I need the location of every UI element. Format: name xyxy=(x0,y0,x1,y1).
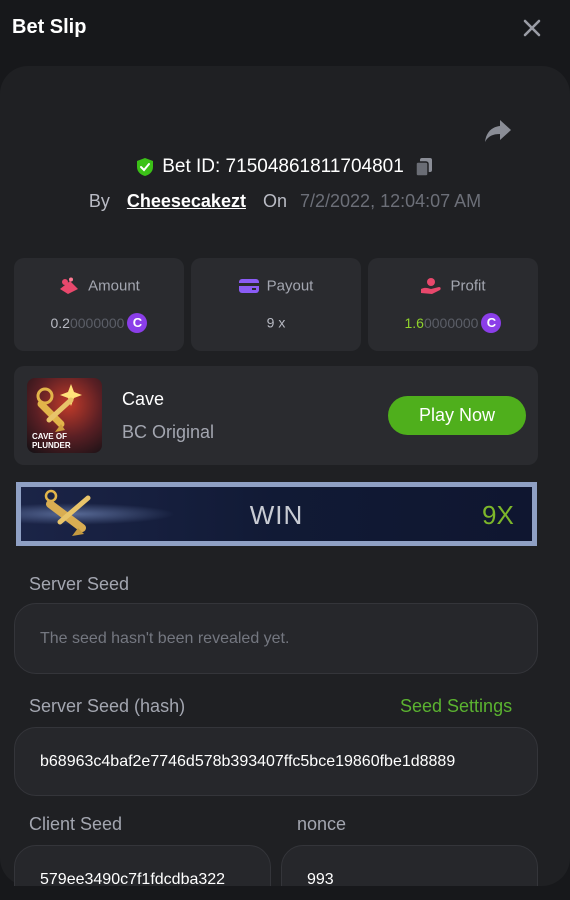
currency-coin-icon: C xyxy=(127,313,148,333)
profit-label: Profit xyxy=(450,277,486,295)
server-hash-label: Server Seed (hash) xyxy=(29,696,186,716)
amount-card: Amount 0.20000000 C xyxy=(14,258,184,351)
thumb-text-2: PLUNDER xyxy=(32,441,71,450)
play-now-button[interactable]: Play Now xyxy=(388,396,526,435)
payout-label: Payout xyxy=(266,277,314,295)
payout-value-text: 9 x xyxy=(266,314,286,331)
profit-value-faint: 0000000 xyxy=(423,315,479,331)
copy-icon[interactable] xyxy=(414,157,434,177)
server-hash-field[interactable]: b68963c4baf2e7746d578b393407ffc5bce19860… xyxy=(14,727,538,796)
result-banner: WIN 9X xyxy=(16,482,537,546)
nonce-label: nonce xyxy=(297,814,347,834)
share-button[interactable] xyxy=(483,118,513,144)
payout-card: Payout 9 x xyxy=(191,258,361,351)
server-hash-value: b68963c4baf2e7746d578b393407ffc5bce19860… xyxy=(40,753,456,770)
seed-settings-link[interactable]: Seed Settings xyxy=(400,696,512,717)
amount-value: 0.20000000 C xyxy=(14,313,184,333)
bet-stats: Amount 0.20000000 C Payout 9 x Profit 1.… xyxy=(14,258,538,351)
close-icon xyxy=(523,19,541,37)
share-icon xyxy=(485,120,511,142)
header: Bet Slip xyxy=(0,0,570,58)
result-multiplier: 9X xyxy=(482,500,514,530)
verified-shield-icon xyxy=(137,158,154,176)
amount-value-main: 0.2 xyxy=(50,315,70,331)
game-name: Cave xyxy=(122,389,165,409)
client-seed-label: Client Seed xyxy=(29,814,123,834)
on-label: On xyxy=(262,191,287,211)
server-seed-label: Server Seed xyxy=(29,574,130,594)
thumb-text-1: CAVE OF xyxy=(32,432,67,441)
bet-meta-row: By Cheesecakezt On 7/2/2022, 12:04:07 AM xyxy=(0,191,570,212)
game-provider: BC Original xyxy=(122,422,215,442)
payout-value: 9 x xyxy=(191,313,361,330)
game-card: CAVE OF PLUNDER Cave BC Original Play No… xyxy=(14,366,538,465)
server-seed-field[interactable]: The seed hasn't been revealed yet. xyxy=(14,603,538,674)
amount-label: Amount xyxy=(88,277,140,295)
game-thumbnail[interactable]: CAVE OF PLUNDER xyxy=(27,378,102,453)
profit-card: Profit 1.60000000 C xyxy=(368,258,538,351)
bet-date: 7/2/2022, 12:04:07 AM xyxy=(300,191,482,211)
profit-value-main: 1.6 xyxy=(404,315,424,331)
wallet-icon xyxy=(238,279,259,294)
bet-chips-icon xyxy=(60,277,79,295)
bet-id: Bet ID: 71504861811704801 xyxy=(162,156,404,177)
result-status: WIN xyxy=(249,500,304,530)
hand-coin-icon xyxy=(421,278,442,295)
profit-value: 1.60000000 C xyxy=(368,313,538,333)
page-title: Bet Slip xyxy=(12,16,87,38)
close-button[interactable] xyxy=(518,14,546,42)
username-link[interactable]: Cheesecakezt xyxy=(127,191,246,211)
bet-id-row: Bet ID: 71504861811704801 xyxy=(0,156,570,180)
by-label: By xyxy=(88,191,110,211)
amount-value-faint: 0000000 xyxy=(69,315,125,331)
bottom-edge xyxy=(0,886,570,900)
currency-coin-icon: C xyxy=(481,313,502,333)
server-seed-value: The seed hasn't been revealed yet. xyxy=(40,630,290,647)
